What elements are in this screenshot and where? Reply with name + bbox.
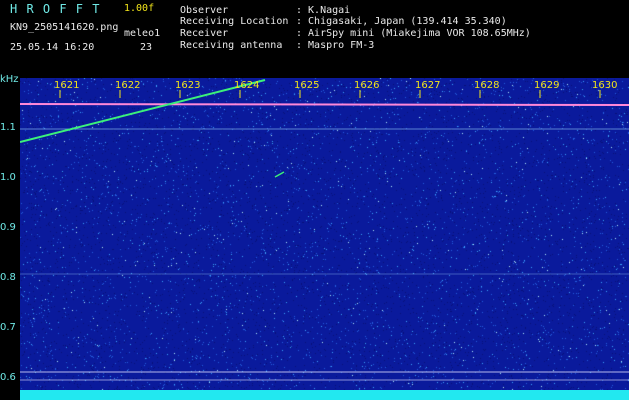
- minute-label-1628: 1628: [474, 80, 500, 91]
- frequency-unit-label: kHz: [0, 74, 19, 85]
- minute-label-1630: 1630: [592, 80, 618, 91]
- freq-tick-0-7: 0.7: [0, 322, 16, 333]
- minute-label-1629: 1629: [534, 80, 560, 91]
- spectrogram-area: 1621 1622 1623 1624 1625 1626 1627 1628 …: [20, 78, 629, 400]
- minute-label-1624: 1624: [234, 80, 260, 91]
- minute-label-1627: 1627: [415, 80, 441, 91]
- freq-tick-0-6: 0.6: [0, 372, 16, 383]
- app-logo: H R O F F T: [10, 2, 101, 16]
- minute-label-1625: 1625: [294, 80, 320, 91]
- location-label: Receiving Location: [180, 16, 289, 27]
- freq-tick-0-8: 0.8: [0, 272, 16, 283]
- minute-label-1622: 1622: [115, 80, 141, 91]
- antenna-value: : Maspro FM-3: [296, 40, 375, 51]
- bottom-noise-band: [20, 390, 629, 400]
- minute-label-1621: 1621: [54, 80, 80, 91]
- freq-tick-0-9: 0.9: [0, 222, 16, 233]
- minute-label-1626: 1626: [354, 80, 380, 91]
- location-value: : Chigasaki, Japan (139.414 35.340): [296, 16, 507, 27]
- spectrogram-overlay: [20, 79, 629, 400]
- hrofft-spectrogram-window: H R O F F T 1.00f KN9_2505141620.png mel…: [0, 0, 629, 400]
- header-panel: H R O F F T 1.00f KN9_2505141620.png mel…: [0, 0, 629, 76]
- frequency-axis: kHz 1.1 1.0 0.9 0.8 0.7 0.6: [0, 74, 20, 400]
- meteor-count: 23: [140, 42, 153, 53]
- meteor-ping: [274, 171, 285, 178]
- receiver-label: Receiver: [180, 28, 229, 39]
- receiver-value: : AirSpy mini (Miakejima VOR 108.65MHz): [296, 28, 531, 39]
- image-filename: KN9_2505141620.png: [10, 22, 119, 33]
- app-version: 1.00f: [124, 3, 155, 14]
- antenna-label: Receiving antenna: [180, 40, 283, 51]
- minute-label-1623: 1623: [175, 80, 201, 91]
- freq-tick-1-1: 1.1: [0, 122, 16, 133]
- freq-tick-1-0: 1.0: [0, 172, 16, 183]
- date-time: 25.05.14 16:20: [10, 42, 95, 53]
- carrier-line: [20, 103, 629, 106]
- station-label: meleo1: [124, 28, 161, 39]
